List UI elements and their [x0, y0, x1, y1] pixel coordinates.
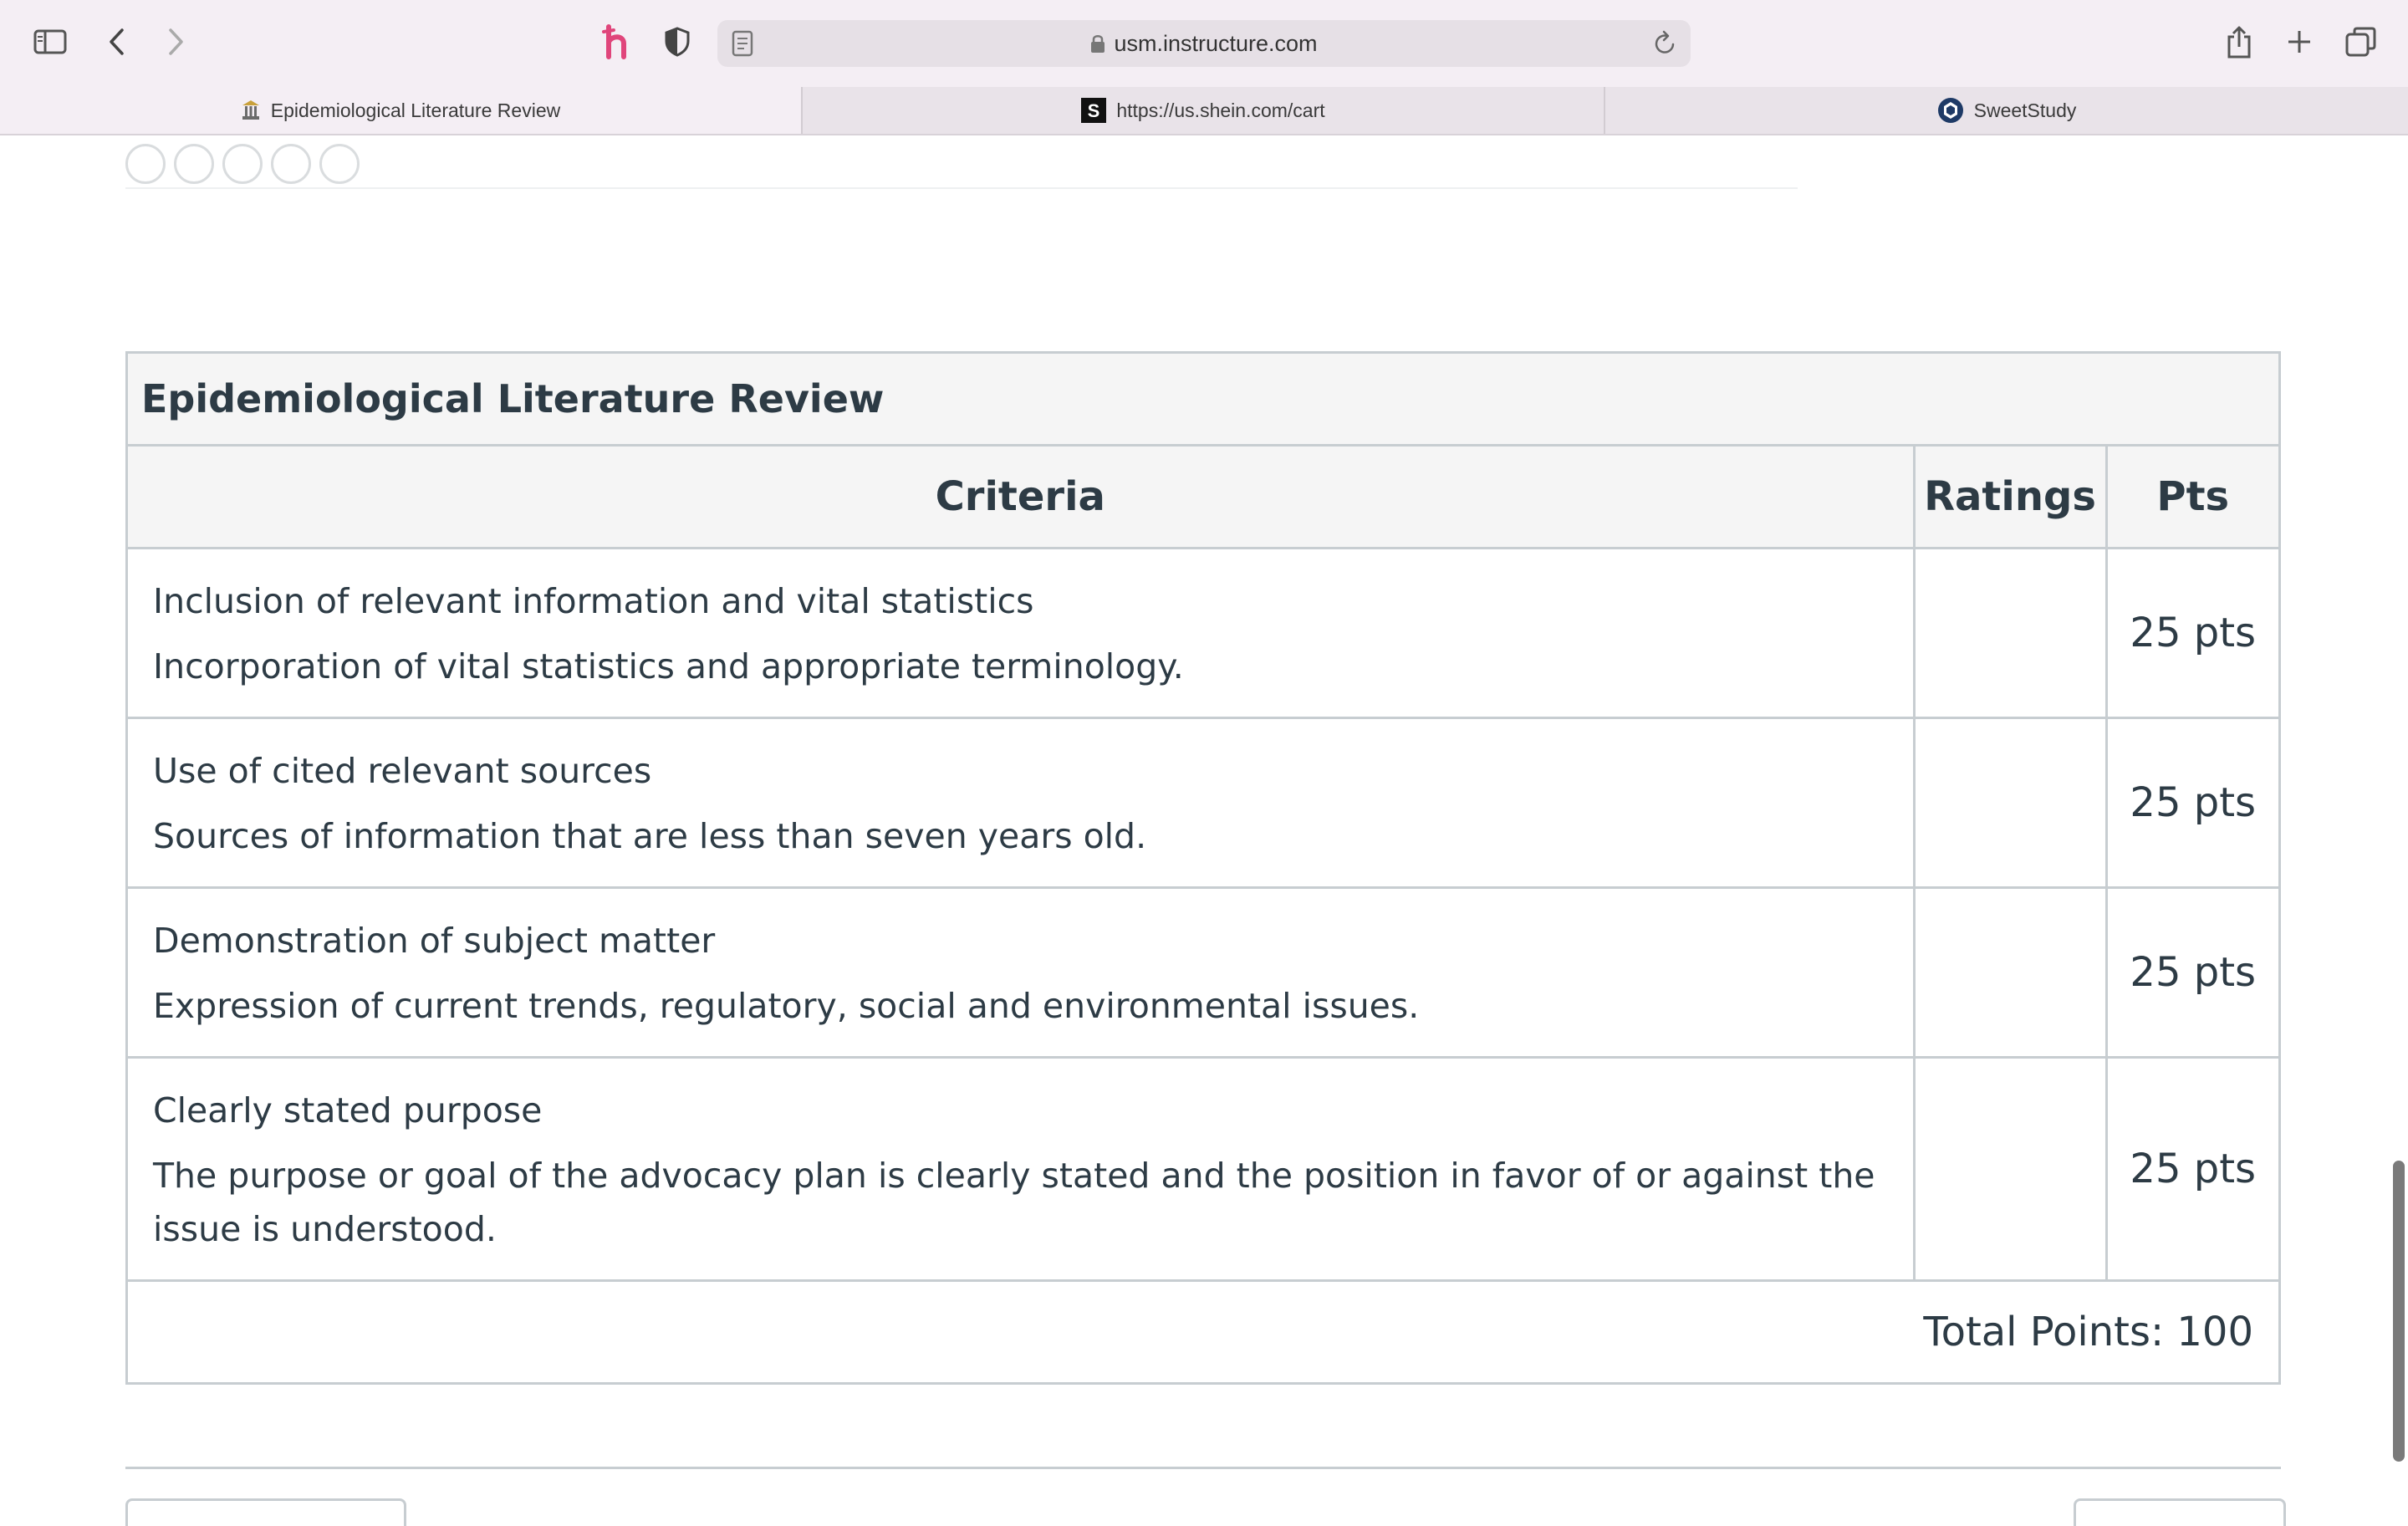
tab-sweetstudy[interactable]: SweetStudy — [1604, 87, 2408, 134]
criterion-cell: Clearly stated purpose The purpose or go… — [128, 1056, 1914, 1281]
criterion-cell: Inclusion of relevant information and vi… — [128, 547, 1914, 718]
sidebar-icon — [33, 29, 67, 54]
shein-favicon-icon: S — [1081, 98, 1107, 123]
tab-overview-button[interactable] — [2338, 18, 2385, 65]
total-row: Total Points: 100 — [128, 1279, 2278, 1382]
rubric-title: Epidemiological Literature Review — [128, 354, 2278, 447]
pts-header: Pts — [2104, 447, 2278, 549]
privacy-extension-button[interactable] — [654, 18, 701, 65]
canvas-favicon-icon — [241, 100, 261, 121]
table-row: Demonstration of subject matter Expressi… — [128, 886, 2278, 1058]
more-icon — [319, 144, 360, 184]
image-icon — [271, 144, 311, 184]
browser-toolbar: usm.instructure.com — [0, 0, 2408, 87]
divider — [125, 187, 1798, 189]
tab-label: Epidemiological Literature Review — [270, 99, 561, 121]
zoom-icon — [222, 144, 263, 184]
rubric-header-row: Criteria Ratings Pts — [128, 447, 2278, 549]
criterion-description: Incorporation of vital statistics and ap… — [153, 646, 1184, 686]
pencil-icon — [125, 144, 166, 184]
criterion-title: Inclusion of relevant information and vi… — [153, 581, 1034, 621]
address-bar[interactable]: usm.instructure.com — [717, 20, 1691, 67]
chevron-left-icon — [110, 28, 124, 55]
criterion-description: Expression of current trends, regulatory… — [153, 986, 1420, 1026]
tab-label: https://us.shein.com/cart — [1116, 99, 1325, 121]
rubric-grid: Criteria Ratings Pts Inclusion of releva… — [128, 447, 2278, 1382]
table-row: Use of cited relevant sources Sources of… — [128, 717, 2278, 888]
tabs-overview-icon — [2345, 27, 2376, 57]
total-points: Total Points: 100 — [128, 1279, 2278, 1382]
plus-icon — [2288, 31, 2310, 53]
svg-text:S: S — [1088, 100, 1100, 121]
scrollbar[interactable] — [2390, 135, 2408, 1505]
criterion-title: Clearly stated purpose — [153, 1090, 543, 1130]
reload-icon[interactable] — [1652, 30, 1677, 57]
page-content: Epidemiological Literature Review Criter… — [0, 135, 2408, 1526]
half-shield-icon — [665, 27, 690, 57]
url-text: usm.instructure.com — [1114, 30, 1318, 56]
scrollbar-thumb[interactable] — [2393, 1161, 2405, 1462]
tab-shein-cart[interactable]: S https://us.shein.com/cart — [801, 87, 1604, 134]
faded-editor-toolbar — [125, 144, 360, 191]
criterion-cell: Use of cited relevant sources Sources of… — [128, 717, 1914, 888]
divider — [125, 1467, 2281, 1469]
ratings-cell — [1912, 1056, 2106, 1281]
previous-button[interactable] — [125, 1498, 406, 1526]
tab-bar: Epidemiological Literature Review S http… — [0, 87, 2408, 135]
honey-h-icon — [602, 24, 626, 59]
chevron-right-icon — [169, 28, 183, 55]
criterion-title: Demonstration of subject matter — [153, 921, 716, 961]
lock-icon — [1091, 35, 1105, 53]
tab-label: SweetStudy — [1973, 99, 2077, 121]
back-button[interactable] — [94, 18, 140, 65]
criterion-description: Sources of information that are less tha… — [153, 816, 1147, 856]
next-button[interactable] — [2074, 1498, 2286, 1526]
criterion-description: The purpose or goal of the advocacy plan… — [153, 1156, 1875, 1249]
forward-button[interactable] — [152, 18, 199, 65]
table-row: Inclusion of relevant information and vi… — [128, 547, 2278, 718]
table-row: Clearly stated purpose The purpose or go… — [128, 1056, 2278, 1281]
honey-extension-button[interactable] — [594, 18, 640, 65]
share-button[interactable] — [2216, 18, 2263, 65]
sweetstudy-favicon-icon — [1937, 97, 1964, 124]
criteria-header: Criteria — [128, 447, 1914, 549]
new-tab-button[interactable] — [2276, 18, 2323, 65]
print-icon — [174, 144, 214, 184]
share-icon — [2227, 26, 2251, 59]
ratings-cell — [1912, 547, 2106, 718]
ratings-cell — [1912, 886, 2106, 1058]
criterion-cell: Demonstration of subject matter Expressi… — [128, 886, 1914, 1058]
tab-epidemiological-literature-review[interactable]: Epidemiological Literature Review — [0, 87, 801, 134]
ratings-header: Ratings — [1912, 447, 2106, 549]
points-cell: 25 pts — [2104, 886, 2278, 1058]
points-cell: 25 pts — [2104, 1056, 2278, 1281]
ratings-cell — [1912, 717, 2106, 888]
sidebar-toggle-button[interactable] — [27, 18, 74, 65]
criterion-title: Use of cited relevant sources — [153, 751, 652, 791]
points-cell: 25 pts — [2104, 717, 2278, 888]
rubric-table: Epidemiological Literature Review Criter… — [125, 351, 2281, 1385]
points-cell: 25 pts — [2104, 547, 2278, 718]
